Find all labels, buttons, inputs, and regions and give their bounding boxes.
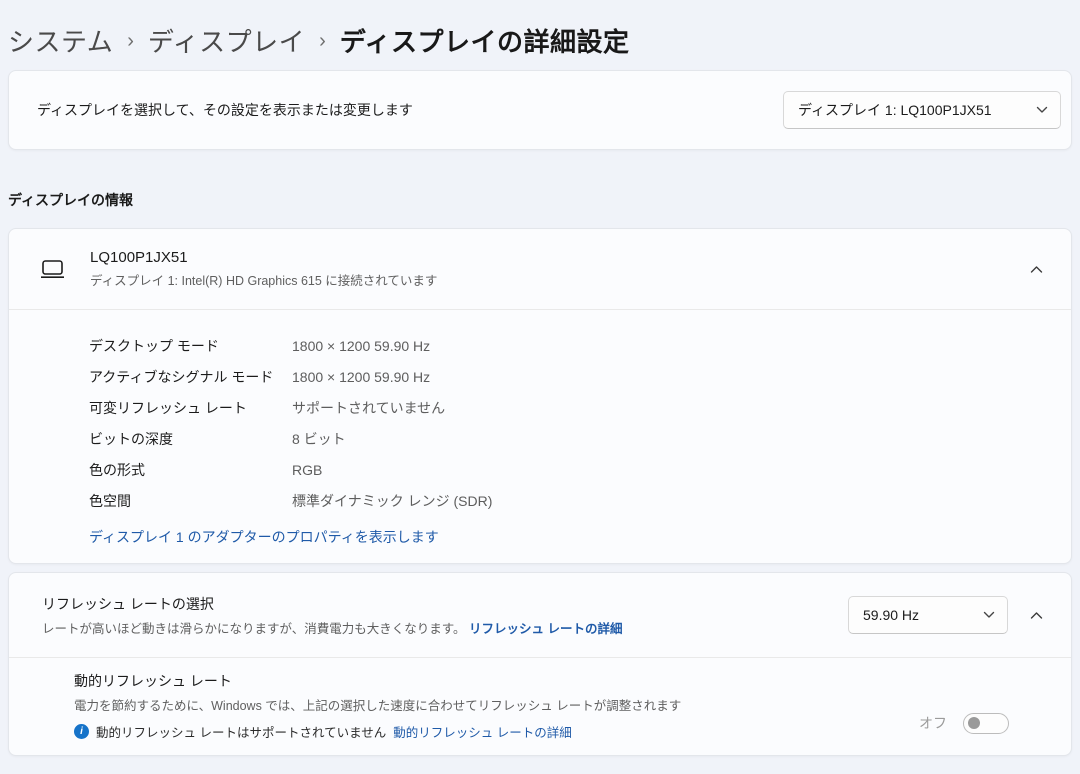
display-selector-description: ディスプレイを選択して、その設定を表示または変更します bbox=[37, 100, 413, 120]
info-icon: i bbox=[74, 724, 89, 739]
chevron-up-icon[interactable] bbox=[1030, 265, 1043, 274]
table-row: ビットの深度 8 ビット bbox=[89, 423, 1071, 454]
dynamic-refresh-description: 電力を節約するために、Windows では、上記の選択した速度に合わせてリフレッ… bbox=[74, 695, 919, 714]
row-value: サポートされていません bbox=[292, 398, 445, 418]
display-info-expander-header[interactable]: LQ100P1JX51 ディスプレイ 1: Intel(R) HD Graphi… bbox=[9, 229, 1071, 309]
refresh-rate-description: レートが高いほど動きは滑らかになりますが、消費電力も大きくなります。 bbox=[42, 622, 466, 636]
dynamic-refresh-title: 動的リフレッシュ レート bbox=[74, 671, 919, 691]
chevron-down-icon bbox=[1036, 106, 1048, 114]
dynamic-refresh-row: 動的リフレッシュ レート 電力を節約するために、Windows では、上記の選択… bbox=[9, 658, 1071, 755]
refresh-rate-value: 59.90 Hz bbox=[863, 607, 919, 623]
table-row: 可変リフレッシュ レート サポートされていません bbox=[89, 392, 1071, 423]
display-selector-value: ディスプレイ 1: LQ100P1JX51 bbox=[798, 100, 992, 120]
row-value: 8 ビット bbox=[292, 429, 346, 449]
breadcrumb-separator-icon: › bbox=[319, 28, 326, 53]
display-info-details: デスクトップ モード 1800 × 1200 59.90 Hz アクティブなシグ… bbox=[9, 310, 1071, 563]
toggle-knob bbox=[968, 717, 980, 729]
dynamic-refresh-status-line: i 動的リフレッシュ レートはサポートされていません 動的リフレッシュ レートの… bbox=[74, 722, 919, 741]
breadcrumb-system[interactable]: システム bbox=[8, 22, 113, 59]
section-title-display-info: ディスプレイの情報 bbox=[8, 190, 1080, 228]
refresh-rate-header: リフレッシュ レートの選択 レートが高いほど動きは滑らかになりますが、消費電力も… bbox=[9, 573, 1071, 657]
page-title: ディスプレイの詳細設定 bbox=[340, 22, 630, 59]
refresh-rate-card: リフレッシュ レートの選択 レートが高いほど動きは滑らかになりますが、消費電力も… bbox=[8, 572, 1072, 756]
dynamic-refresh-toggle-group: オフ bbox=[919, 671, 1009, 755]
advanced-display-settings-page: システム › ディスプレイ › ディスプレイの詳細設定 ディスプレイを選択して、… bbox=[0, 0, 1080, 774]
display-info-card: LQ100P1JX51 ディスプレイ 1: Intel(R) HD Graphi… bbox=[8, 228, 1072, 564]
row-label: アクティブなシグナル モード bbox=[89, 367, 292, 387]
dynamic-refresh-status: 動的リフレッシュ レートはサポートされていません bbox=[96, 722, 386, 741]
row-value: RGB bbox=[292, 462, 322, 478]
refresh-rate-details-link[interactable]: リフレッシュ レートの詳細 bbox=[469, 618, 622, 637]
refresh-rate-dropdown[interactable]: 59.90 Hz bbox=[848, 596, 1008, 634]
table-row: 色の形式 RGB bbox=[89, 454, 1071, 485]
dynamic-refresh-toggle[interactable] bbox=[963, 713, 1009, 734]
row-label: 色の形式 bbox=[89, 460, 292, 480]
row-value: 1800 × 1200 59.90 Hz bbox=[292, 338, 430, 354]
dynamic-refresh-details-link[interactable]: 動的リフレッシュ レートの詳細 bbox=[393, 722, 571, 741]
breadcrumb-display[interactable]: ディスプレイ bbox=[148, 22, 305, 59]
chevron-up-icon[interactable] bbox=[1030, 611, 1043, 620]
row-label: デスクトップ モード bbox=[89, 336, 292, 356]
row-value: 1800 × 1200 59.90 Hz bbox=[292, 369, 430, 385]
refresh-rate-title: リフレッシュ レートの選択 bbox=[42, 594, 848, 614]
display-device-connection: ディスプレイ 1: Intel(R) HD Graphics 615 に接続され… bbox=[90, 270, 1008, 289]
display-selector-card: ディスプレイを選択して、その設定を表示または変更します ディスプレイ 1: LQ… bbox=[8, 70, 1072, 150]
table-row: 色空間 標準ダイナミック レンジ (SDR) bbox=[89, 485, 1071, 516]
table-row: アクティブなシグナル モード 1800 × 1200 59.90 Hz bbox=[89, 361, 1071, 392]
breadcrumb: システム › ディスプレイ › ディスプレイの詳細設定 bbox=[0, 0, 1080, 58]
row-value: 標準ダイナミック レンジ (SDR) bbox=[292, 491, 492, 511]
row-label: 可変リフレッシュ レート bbox=[89, 398, 292, 418]
table-row: デスクトップ モード 1800 × 1200 59.90 Hz bbox=[89, 330, 1071, 361]
adapter-properties-link[interactable]: ディスプレイ 1 のアダプターのプロパティを表示します bbox=[89, 527, 439, 547]
breadcrumb-separator-icon: › bbox=[127, 28, 134, 53]
row-label: ビットの深度 bbox=[89, 429, 292, 449]
chevron-down-icon bbox=[983, 611, 995, 619]
display-selector-dropdown[interactable]: ディスプレイ 1: LQ100P1JX51 bbox=[783, 91, 1061, 129]
toggle-state-label: オフ bbox=[919, 713, 947, 733]
laptop-icon bbox=[39, 258, 66, 280]
row-label: 色空間 bbox=[89, 491, 292, 511]
display-device-name: LQ100P1JX51 bbox=[90, 249, 1008, 266]
